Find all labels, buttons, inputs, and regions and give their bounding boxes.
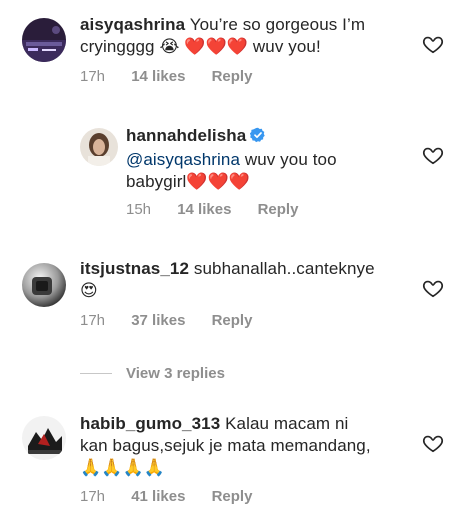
comment-time: 17h <box>80 488 106 505</box>
likes-count[interactable]: 37 likes <box>131 312 185 330</box>
heart-emoji: ❤️ <box>207 172 229 192</box>
sob-emoji: 😭 <box>159 37 180 57</box>
heart-emoji: ❤️ <box>186 172 208 192</box>
reply-button[interactable]: Reply <box>212 488 253 506</box>
avatar[interactable] <box>80 128 118 166</box>
mention-link[interactable]: @aisyqashrina <box>126 150 240 169</box>
comment-text: aisyqashrina You’re so gorgeous I’m cryi… <box>80 14 390 58</box>
comment-time: 15h <box>126 201 152 218</box>
comment-time: 17h <box>80 312 106 329</box>
heart-eyes-emoji: 😍 <box>80 281 98 301</box>
avatar[interactable] <box>22 416 66 460</box>
comment-aisyqashrina: aisyqashrina You’re so gorgeous I’m cryi… <box>0 0 474 100</box>
comment-text: hannahdelisha @aisyqashrina wuv you too … <box>126 125 366 193</box>
comment-body-end: wuv you! <box>252 37 321 56</box>
comment-username[interactable]: aisyqashrina <box>80 15 185 34</box>
verified-badge-icon <box>250 127 266 149</box>
view-replies-button[interactable]: View 3 replies <box>80 362 225 384</box>
comment-username[interactable]: habib_gumo_313 <box>80 414 220 433</box>
comment-habib_gumo_313: habib_gumo_313 Kalau macam ni kan bagus,… <box>0 400 474 520</box>
pray-emoji: 🙏 <box>101 458 123 478</box>
pray-emoji: 🙏 <box>122 458 144 478</box>
reply-button[interactable]: Reply <box>258 201 299 219</box>
avatar[interactable] <box>22 18 66 62</box>
heart-outline-icon[interactable] <box>422 277 444 299</box>
comment-itsjustnas_12: itsjustnas_12 subhanallah..canteknye 😍 1… <box>0 250 474 350</box>
comment-meta: 15h 14 likes Reply <box>126 201 298 219</box>
likes-count[interactable]: 14 likes <box>177 201 231 219</box>
comment-time: 17h <box>80 68 106 85</box>
comment-meta: 17h 14 likes Reply <box>80 68 252 86</box>
heart-emoji: ❤️ <box>184 37 206 57</box>
heart-outline-icon[interactable] <box>422 432 444 454</box>
comment-username[interactable]: itsjustnas_12 <box>80 259 189 278</box>
avatar[interactable] <box>22 263 66 307</box>
comment-text: habib_gumo_313 Kalau macam ni kan bagus,… <box>80 413 380 479</box>
comment-meta: 17h 41 likes Reply <box>80 488 252 506</box>
likes-count[interactable]: 14 likes <box>131 68 185 86</box>
likes-count[interactable]: 41 likes <box>131 488 185 506</box>
heart-emoji: ❤️ <box>228 172 251 192</box>
comment-meta: 17h 37 likes Reply <box>80 312 252 330</box>
comment-text: itsjustnas_12 subhanallah..canteknye 😍 <box>80 258 400 302</box>
comment-username[interactable]: hannahdelisha <box>126 126 246 145</box>
view-replies-label: View 3 replies <box>126 364 225 382</box>
heart-outline-icon[interactable] <box>422 33 444 55</box>
heart-outline-icon[interactable] <box>422 144 444 166</box>
reply-button[interactable]: Reply <box>212 68 253 86</box>
reply-button[interactable]: Reply <box>212 312 253 330</box>
comment-hannahdelisha: hannahdelisha @aisyqashrina wuv you too … <box>0 120 474 230</box>
comment-body: subhanallah..canteknye <box>193 259 375 278</box>
pray-emoji: 🙏 <box>80 458 102 478</box>
heart-emoji: ❤️ <box>205 37 227 57</box>
divider <box>80 372 112 374</box>
pray-emoji: 🙏 <box>143 458 166 478</box>
heart-emoji: ❤️ <box>226 37 249 57</box>
